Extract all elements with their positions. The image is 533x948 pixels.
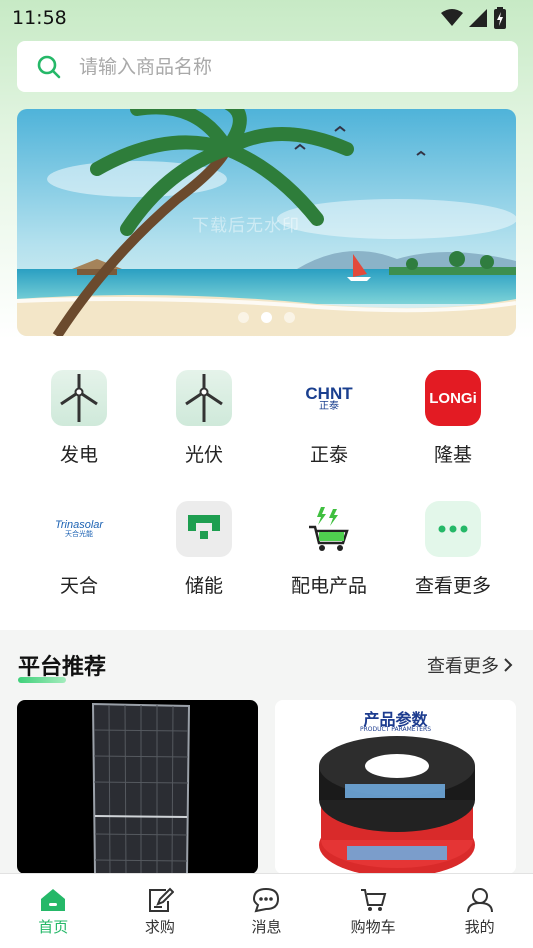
status-bar: 11:58: [0, 0, 533, 36]
category-label: 光伏: [184, 444, 223, 466]
recommend-section-header: 平台推荐 查看更多: [0, 630, 533, 700]
bottom-tab-bar: 首页 求购 消息 购物车 我的: [0, 873, 533, 948]
tab-profile[interactable]: 我的: [426, 874, 533, 948]
cable-image: [319, 736, 475, 874]
tab-label: 购物车: [350, 918, 396, 936]
category-item-more[interactable]: 查看更多: [398, 501, 508, 598]
category-label: 隆基: [433, 444, 472, 466]
search-icon: [37, 55, 61, 78]
carousel-dot[interactable]: [238, 312, 249, 323]
home-icon: [41, 889, 66, 911]
carousel-dot-active[interactable]: [261, 312, 272, 323]
category-item-chint[interactable]: CHNT 正泰 正泰: [274, 370, 384, 467]
chint-logo-text: CHNT: [305, 383, 353, 403]
wind-turbine-icon: [51, 370, 107, 426]
category-label: 配电产品: [290, 575, 367, 597]
tab-home[interactable]: 首页: [0, 874, 107, 948]
edit-note-icon: [148, 887, 174, 912]
search-input[interactable]: [79, 55, 479, 78]
tab-messages[interactable]: 消息: [213, 874, 320, 948]
category-item-power-generation[interactable]: 发电: [24, 370, 134, 467]
tab-cart[interactable]: 购物车: [320, 874, 427, 948]
view-more-link[interactable]: 查看更多: [427, 652, 513, 678]
chevron-right-icon: [504, 658, 513, 672]
signal-icon: [469, 9, 487, 27]
category-item-distribution[interactable]: 配电产品: [274, 501, 384, 598]
view-more-label: 查看更多: [427, 656, 499, 677]
category-label: 正泰: [309, 444, 348, 466]
wifi-icon: [441, 9, 463, 26]
category-grid: 发电 光伏 CHNT 正泰 正泰 LONGi 隆基 Trinasolar 天合光…: [0, 338, 533, 630]
tab-purchase-request[interactable]: 求购: [107, 874, 214, 948]
cart-bolt-icon: [301, 501, 357, 557]
category-item-photovoltaic[interactable]: 光伏: [149, 370, 259, 467]
product-card-cable[interactable]: 产品参数 PRODUCT PARAMETERS: [275, 700, 516, 874]
tab-label: 首页: [38, 918, 69, 936]
trina-logo-sub: 天合光能: [65, 530, 93, 539]
more-dots-icon: [425, 501, 481, 557]
solar-panel-image: [91, 702, 191, 874]
tab-label: 我的: [464, 918, 495, 936]
category-label: 查看更多: [414, 575, 491, 597]
status-icons: [441, 7, 507, 29]
battery-icon: [494, 7, 506, 29]
category-item-longi[interactable]: LONGi 隆基: [398, 370, 508, 467]
wind-turbine-icon: [176, 370, 232, 426]
user-icon: [466, 888, 493, 913]
search-bar[interactable]: [17, 41, 518, 92]
longi-logo: LONGi: [425, 370, 481, 426]
category-item-trina[interactable]: Trinasolar 天合光能 天合: [24, 501, 134, 598]
section-title: 平台推荐: [18, 649, 106, 683]
product-card-solar-panel[interactable]: [17, 700, 258, 874]
category-label: 发电: [59, 444, 98, 466]
category-label: 天合: [59, 575, 98, 597]
chint-logo: CHNT 正泰: [301, 370, 357, 426]
tab-label: 消息: [251, 918, 282, 936]
trinasolar-logo: Trinasolar 天合光能: [51, 501, 107, 557]
longi-logo-text: LONGi: [429, 389, 477, 407]
status-time: 11:58: [12, 7, 67, 29]
category-item-storage[interactable]: 储能: [149, 501, 259, 598]
cart-icon: [361, 889, 387, 911]
carousel-dot[interactable]: [284, 312, 295, 323]
energy-storage-icon: [176, 501, 232, 557]
banner-carousel[interactable]: 下载后无水印: [17, 109, 516, 336]
tab-label: 求购: [144, 918, 175, 936]
category-label: 储能: [184, 575, 223, 597]
carousel-indicator: [17, 312, 516, 323]
banner-watermark: 下载后无水印: [192, 216, 300, 236]
chint-logo-sub: 正泰: [319, 400, 339, 412]
chat-icon: [253, 887, 280, 913]
